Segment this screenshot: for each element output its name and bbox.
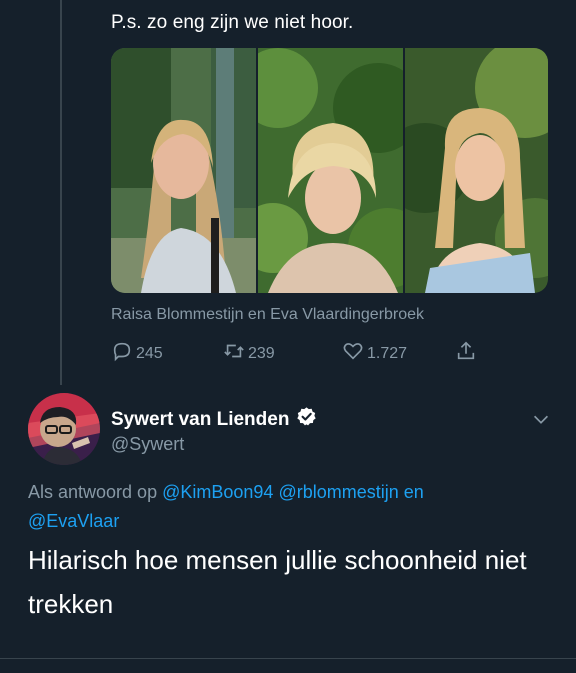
reply-to-prefix: Als antwoord op (28, 482, 158, 502)
mention-link[interactable]: @KimBoon94 (162, 482, 273, 502)
verified-badge-icon (296, 406, 317, 433)
thread-connector-line (60, 0, 62, 385)
like-button[interactable]: 1.727 (342, 340, 407, 367)
photo-3[interactable] (405, 48, 548, 293)
mention-link[interactable]: @rblommestijn (278, 482, 398, 502)
photo-2[interactable] (258, 48, 403, 293)
reply-tweet-text: Hilarisch hoe mensen jullie schoonheid n… (28, 545, 527, 619)
mention-link[interactable]: @EvaVlaar (28, 511, 119, 531)
reply-count: 245 (136, 344, 163, 362)
tweet-text: P.s. zo eng zijn we niet hoor. (111, 12, 354, 33)
mention-joiner: en (403, 482, 424, 502)
reply-context: Als antwoord op @KimBoon94 @rblommestijn… (28, 478, 528, 536)
share-button[interactable] (455, 340, 477, 367)
author-handle[interactable]: @Sywert (111, 434, 184, 455)
divider (0, 658, 576, 659)
retweet-icon (223, 340, 245, 367)
photo-1[interactable] (111, 48, 256, 293)
retweet-button[interactable]: 239 (223, 340, 275, 367)
retweet-count: 239 (248, 344, 275, 362)
like-count: 1.727 (367, 344, 408, 362)
chevron-down-icon[interactable] (530, 408, 552, 430)
author-row[interactable]: Sywert van Lienden (111, 406, 317, 433)
share-icon (455, 340, 477, 367)
reply-icon (111, 340, 133, 367)
media-tags[interactable]: Raisa Blommestijn en Eva Vlaardingerbroe… (111, 306, 424, 324)
heart-icon (342, 340, 364, 367)
reply-button[interactable]: 245 (111, 340, 163, 367)
tweet-actions: 245 239 1.727 (111, 340, 491, 366)
tweet-media[interactable] (111, 48, 548, 293)
display-name[interactable]: Sywert van Lienden (111, 409, 289, 431)
avatar[interactable] (28, 393, 100, 465)
